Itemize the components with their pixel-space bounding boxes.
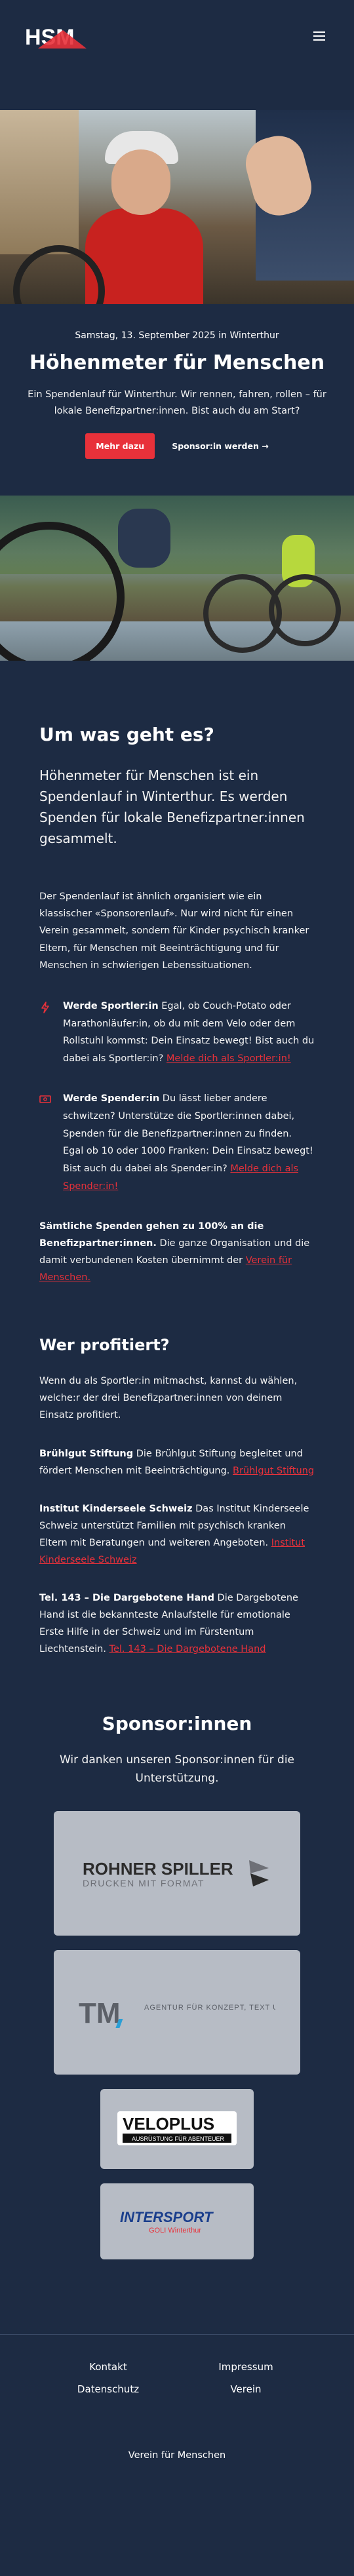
footer-link-verein[interactable]: Verein (177, 2383, 315, 2395)
sponsors-heading: Sponsor:innen (102, 1713, 252, 1735)
intro-heading: Um was geht es? (39, 724, 214, 746)
site-footer: Kontakt Impressum Datenschutz Verein Ver… (0, 2333, 354, 2520)
beneficiary-item: Tel. 143 – Die Dargebotene Hand Die Darg… (39, 1593, 298, 1655)
feature-donor: Werde Spender:in Du lässt lieber andere … (39, 1090, 315, 1196)
event-date: Samstag, 13. September 2025 in Winterthu… (75, 330, 279, 341)
athlete-signup-link[interactable]: Melde dich als Sportler:in! (167, 1053, 291, 1064)
site-header: HSM (0, 0, 354, 110)
svg-text:AUSRÜSTUNG FÜR ABENTEUER: AUSRÜSTUNG FÜR ABENTEUER (132, 2136, 225, 2142)
logo[interactable]: HSM (24, 24, 88, 51)
money-icon (39, 1090, 54, 1196)
hero-description: Ein Spendenlauf für Winterthur. Wir renn… (28, 389, 326, 416)
sponsors-subtitle: Wir danken unseren Sponsor:innen für die… (60, 1753, 294, 1785)
bikes-image (0, 496, 354, 661)
footer-bottom: Verein für Menschen (128, 2449, 226, 2461)
hero-ctas: Mehr dazu Sponsor:in werden → (20, 433, 334, 459)
footer-link-impressum[interactable]: Impressum (177, 2361, 315, 2373)
feature-donor-text: Du lässt lieber andere schwitzen? Unters… (63, 1093, 313, 1175)
beneficiaries-intro: Wenn du als Sportler:in mitmachst, kanns… (39, 1376, 298, 1421)
footer-link-kontakt[interactable]: Kontakt (39, 2361, 177, 2373)
svg-text:DRUCKEN MIT FORMAT: DRUCKEN MIT FORMAT (83, 1878, 205, 1888)
feature-donor-title: Werde Spender:in (63, 1093, 160, 1104)
feature-athlete-title: Werde Sportler:in (63, 1000, 159, 1011)
hero-image (0, 110, 354, 304)
svg-text:AGENTUR FÜR KONZEPT, TEXT UND: AGENTUR FÜR KONZEPT, TEXT UND DESIGN (144, 2004, 275, 2012)
page-title: Höhenmeter für Menschen (29, 351, 325, 374)
intro-lead: Höhenmeter für Menschen ist ein Spendenl… (39, 768, 305, 847)
beneficiary-item: Institut Kinderseele Schweiz Das Institu… (39, 1503, 309, 1565)
tel143-link[interactable]: Tel. 143 – Die Dargebotene Hand (109, 1644, 266, 1654)
hero-section: Samstag, 13. September 2025 in Winterthu… (0, 304, 354, 496)
intro-paragraph: Der Spendenlauf ist ähnlich organisiert … (39, 891, 309, 971)
svg-text:VELOPLUS: VELOPLUS (123, 2114, 214, 2134)
intro-section: Um was geht es? Höhenmeter für Menschen … (0, 661, 354, 1286)
sponsor-logo-rohner-spiller[interactable]: ROHNER SPILLER DRUCKEN MIT FORMAT (54, 1810, 300, 1936)
sponsors-section: Sponsor:innen Wir danken unseren Sponsor… (0, 1713, 354, 2259)
sponsor-logo-intersport[interactable]: INTERSPORT GOLI Winterthur (100, 2183, 254, 2259)
bruehlgut-link[interactable]: Brühlgut Stiftung (233, 1466, 314, 1476)
svg-text:ROHNER SPILLER: ROHNER SPILLER (83, 1859, 233, 1879)
beneficiaries-section: Wer profitiert? Wenn du als Sportler:in … (0, 1310, 354, 1658)
svg-text:INTERSPORT: INTERSPORT (120, 2209, 214, 2225)
svg-text:TM: TM (79, 1997, 121, 2029)
menu-icon[interactable] (313, 31, 325, 41)
feature-athlete: Werde Sportler:in Egal, ob Couch-Potato … (39, 998, 315, 1068)
donation-note: Sämtliche Spenden gehen zu 100% an die B… (39, 1218, 315, 1286)
sponsor-logo-veloplus[interactable]: VELOPLUS AUSRÜSTUNG FÜR ABENTEUER (100, 2088, 254, 2169)
lightning-icon (39, 998, 54, 1068)
beneficiaries-heading: Wer profitiert? (39, 1336, 170, 1355)
become-sponsor-link[interactable]: Sponsor:in werden → (172, 441, 269, 451)
more-info-button[interactable]: Mehr dazu (85, 433, 155, 459)
footer-link-datenschutz[interactable]: Datenschutz (39, 2383, 177, 2395)
footer-links: Kontakt Impressum Datenschutz Verein (39, 2361, 315, 2395)
beneficiary-item: Brühlgut Stiftung Die Brühlgut Stiftung … (39, 1448, 315, 1476)
svg-text:GOLI Winterthur: GOLI Winterthur (149, 2227, 201, 2234)
sponsor-logo-tm[interactable]: TM AGENTUR FÜR KONZEPT, TEXT UND DESIGN (54, 1949, 300, 2075)
